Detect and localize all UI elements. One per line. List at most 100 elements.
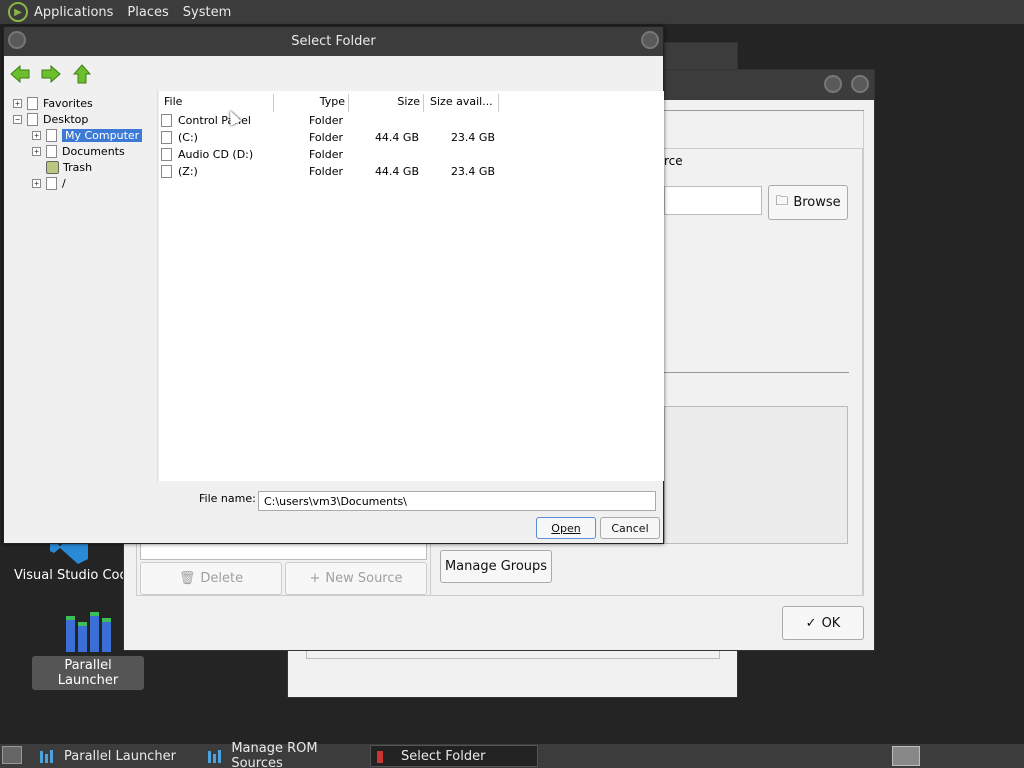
new-source-button[interactable]: + New Source — [285, 562, 427, 595]
arrow-right-icon[interactable] — [41, 64, 61, 84]
minimize-icon[interactable] — [824, 75, 842, 93]
menu-system[interactable]: System — [183, 5, 231, 20]
parallel-launcher-icon — [208, 749, 223, 763]
table-row[interactable]: (Z:) Folder 44.4 GB 23.4 GB — [159, 165, 659, 182]
folder-icon — [27, 113, 38, 126]
folder-icon — [46, 177, 57, 190]
filename-label: File name: — [199, 492, 256, 505]
filename-input[interactable] — [258, 491, 656, 511]
cancel-button-label: Cancel — [611, 521, 649, 535]
menu-places[interactable]: Places — [127, 5, 168, 20]
desktop-icon-parallel-launcher-label: Parallel Launcher — [32, 656, 144, 690]
distro-logo-icon[interactable]: ▶ — [8, 2, 28, 22]
menu-applications[interactable]: Applications — [34, 5, 113, 20]
expand-icon[interactable]: + — [32, 131, 41, 140]
table-row[interactable]: (C:) Folder 44.4 GB 23.4 GB — [159, 131, 659, 148]
expand-icon[interactable]: + — [13, 99, 22, 108]
tree-label-trash: Trash — [63, 161, 93, 174]
task-manage-rom-sources[interactable]: Manage ROM Sources — [202, 741, 367, 768]
column-header-size-avail[interactable]: Size avail... — [424, 94, 499, 112]
row-name: (Z:) — [178, 165, 198, 178]
drive-icon — [161, 131, 172, 144]
new-source-button-label: New Source — [325, 571, 403, 586]
dialog-title: Select Folder — [291, 34, 376, 49]
column-header-size[interactable]: Size — [349, 94, 424, 112]
workspace-switcher-icon[interactable] — [892, 746, 920, 766]
source-tab-label[interactable]: rce — [664, 154, 683, 168]
task-label: Select Folder — [401, 748, 486, 764]
browse-button-label: Browse — [793, 195, 841, 210]
tree-item-desktop[interactable]: − Desktop — [13, 112, 88, 127]
expand-icon[interactable]: + — [32, 147, 41, 156]
tree-label-favorites: Favorites — [43, 97, 93, 110]
open-button[interactable]: Open — [536, 517, 596, 539]
column-header-file[interactable]: File — [164, 94, 274, 112]
window-menu-icon[interactable] — [8, 31, 26, 49]
select-folder-titlebar[interactable]: Select Folder — [4, 27, 663, 56]
folder-icon — [27, 97, 38, 110]
tree-item-trash[interactable]: Trash — [46, 160, 92, 175]
arrow-up-icon[interactable] — [72, 64, 92, 84]
tree-item-my-computer[interactable]: + My Computer — [32, 128, 143, 143]
trash-icon — [46, 161, 59, 174]
folder-tree[interactable]: + Favorites − Desktop + My Computer + Do… — [4, 91, 156, 481]
tree-label-my-computer: My Computer — [62, 129, 143, 142]
row-avail: 23.4 GB — [450, 131, 495, 144]
row-type: Folder — [309, 114, 343, 127]
arrow-left-icon[interactable] — [10, 64, 30, 84]
row-size: 44.4 GB — [374, 165, 419, 178]
row-avail: 23.4 GB — [450, 165, 495, 178]
manage-groups-button-label: Manage Groups — [444, 559, 548, 574]
delete-button[interactable]: 🗑 Delete — [140, 562, 282, 595]
manage-groups-button[interactable]: Manage Groups — [440, 550, 552, 583]
taskbar: Parallel Launcher Manage ROM Sources Sel… — [0, 741, 1024, 768]
select-folder-dialog: Select Folder + Favorites − Desktop + My… — [3, 26, 664, 544]
plus-icon: + — [309, 571, 321, 586]
row-size: 44.4 GB — [374, 131, 419, 144]
ok-button-label: OK — [821, 615, 841, 631]
check-icon: ✓ — [805, 615, 817, 631]
tree-label-desktop: Desktop — [43, 113, 89, 126]
task-label: Parallel Launcher — [64, 748, 176, 764]
expand-icon[interactable]: + — [32, 179, 41, 188]
desktop-icon-vscode-label: Visual Studio Code — [14, 568, 126, 583]
open-button-label: Open — [551, 521, 581, 535]
close-icon[interactable] — [851, 75, 869, 93]
wine-icon — [377, 749, 393, 763]
top-panel: ▶ Applications Places System — [0, 0, 1024, 24]
row-name: Audio CD (D:) — [178, 148, 254, 161]
divider — [664, 110, 864, 111]
drive-icon — [161, 165, 172, 178]
tree-label-documents: Documents — [62, 145, 125, 158]
row-type: Folder — [309, 148, 343, 161]
tree-item-favorites[interactable]: + Favorites — [13, 96, 93, 111]
tree-label-root: / — [62, 177, 66, 190]
row-name: (C:) — [178, 131, 198, 144]
file-list[interactable]: File Type Size Size avail... Control Pan… — [159, 91, 664, 481]
task-select-folder[interactable]: Select Folder — [370, 745, 538, 767]
parallel-launcher-icon — [40, 749, 56, 763]
task-parallel-launcher[interactable]: Parallel Launcher — [34, 745, 199, 767]
cancel-button[interactable]: Cancel — [600, 517, 660, 539]
close-icon[interactable] — [641, 31, 659, 49]
row-type: Folder — [309, 131, 343, 144]
ok-button[interactable]: ✓ OK — [782, 606, 864, 640]
browse-button[interactable]: 🗀 Browse — [768, 185, 848, 220]
computer-icon — [46, 129, 57, 142]
source-details-box — [664, 406, 848, 544]
tree-item-root[interactable]: + / — [32, 176, 66, 191]
folder-icon — [161, 114, 172, 127]
show-desktop-icon[interactable] — [2, 746, 22, 764]
delete-button-label: Delete — [200, 571, 244, 586]
column-header-type[interactable]: Type — [274, 94, 349, 112]
source-path-input[interactable] — [664, 186, 762, 215]
dialog-toolbar — [4, 56, 663, 91]
pane-splitter[interactable] — [157, 91, 158, 481]
divider — [664, 372, 849, 373]
collapse-icon[interactable]: − — [13, 115, 22, 124]
folder-icon — [46, 145, 57, 158]
tree-item-documents[interactable]: + Documents — [32, 144, 125, 159]
cd-drive-icon — [161, 148, 172, 161]
table-row[interactable]: Audio CD (D:) Folder — [159, 148, 659, 165]
task-label: Manage ROM Sources — [231, 741, 318, 768]
